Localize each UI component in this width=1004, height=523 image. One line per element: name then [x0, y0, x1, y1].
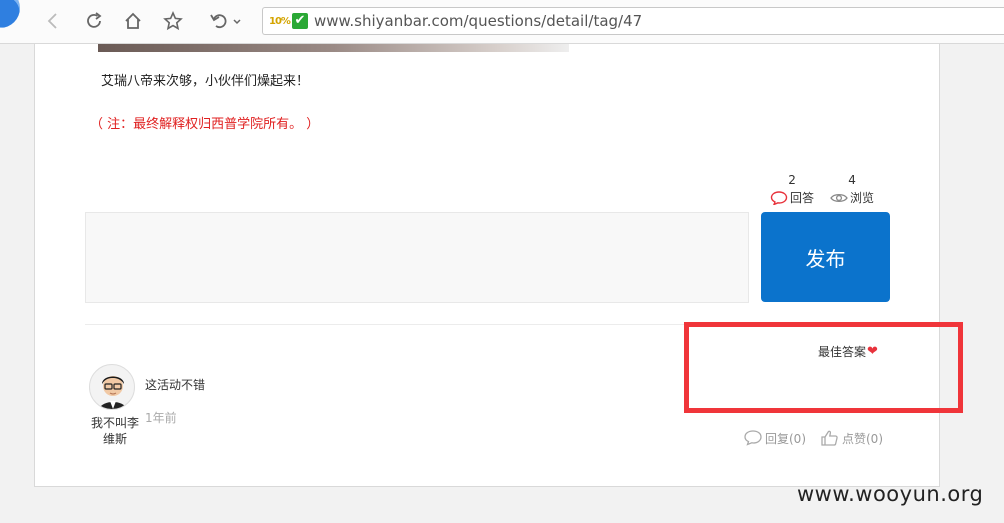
heart-icon: ❤ [867, 344, 878, 359]
comment-icon [744, 430, 762, 446]
answer-text: 这活动不错 [145, 378, 206, 392]
best-answer-label: 最佳答案 [818, 345, 867, 359]
answer-username[interactable]: 我不叫李维斯 [88, 415, 142, 447]
views-label: 浏览 [850, 191, 875, 205]
browser-toolbar: 10% ✔ www.shiyanbar.com/questions/detail… [0, 0, 1004, 44]
watermark: www.wooyun.org [797, 482, 984, 506]
home-icon[interactable] [122, 10, 144, 32]
answers-count: 2 [788, 173, 796, 187]
eye-icon [830, 193, 848, 203]
post-note: （ 注：最终解释权归西普学院所有。 ） [90, 117, 320, 132]
url-text[interactable]: www.shiyanbar.com/questions/detail/tag/4… [314, 12, 642, 30]
star-icon[interactable] [162, 10, 184, 32]
best-answer-badge: 最佳答案 ❤ [818, 343, 878, 360]
views-stat: 4 浏览 [830, 172, 874, 206]
back-arrow-icon[interactable] [42, 10, 64, 32]
reply-textarea[interactable] [85, 212, 749, 303]
post-image [98, 44, 569, 52]
refresh-icon[interactable] [83, 10, 105, 32]
post-body-text: 艾瑞八帝来次够，小伙伴们燥起来！ [101, 74, 310, 89]
like-action[interactable]: 点赞(0) [820, 429, 883, 447]
answers-stat: 2 回答 [770, 172, 814, 206]
security-badge: 10% [269, 15, 291, 27]
answer-time: 1年前 [145, 411, 177, 425]
publish-button[interactable]: 发布 [761, 212, 890, 302]
reply-action[interactable]: 回复(0) [743, 429, 806, 447]
like-label: 点赞(0) [842, 431, 883, 446]
thumbs-up-icon [821, 430, 838, 446]
avatar[interactable] [89, 364, 135, 410]
answers-label: 回答 [790, 191, 815, 205]
speech-bubble-icon [770, 191, 788, 205]
reply-label: 回复(0) [765, 431, 806, 446]
verified-check-icon: ✔ [291, 13, 308, 29]
views-count: 4 [848, 173, 856, 187]
annotation-highlight-box [684, 322, 963, 413]
browser-logo-icon [0, 0, 20, 28]
address-bar[interactable]: 10% ✔ www.shiyanbar.com/questions/detail… [262, 7, 1004, 35]
undo-icon[interactable] [208, 10, 244, 32]
